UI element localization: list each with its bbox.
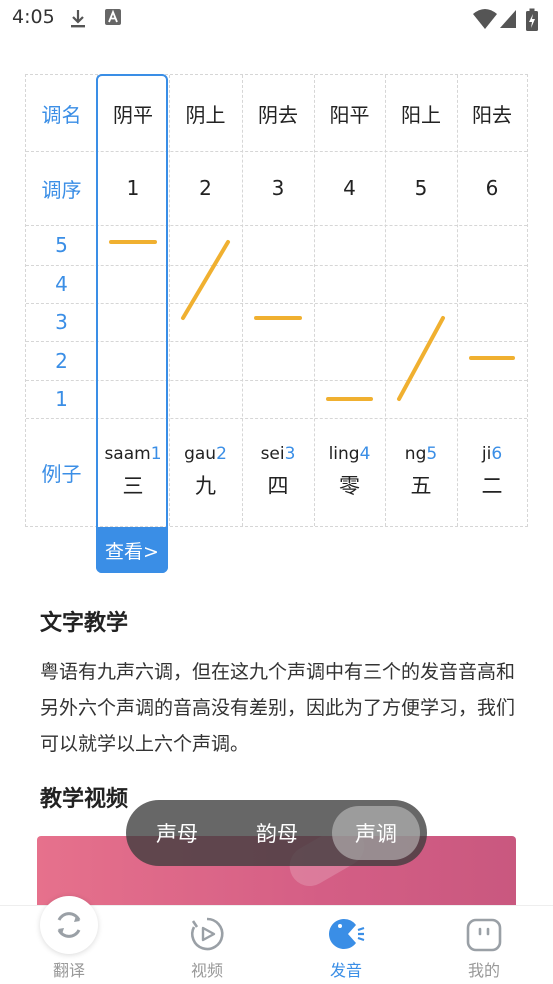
wifi-icon bbox=[472, 8, 498, 34]
tab-profile[interactable]: 我的 bbox=[434, 906, 534, 984]
tab-pronounce[interactable]: 发音 bbox=[296, 906, 396, 984]
selected-tone-column bbox=[96, 74, 168, 573]
category-switcher: 声母 韵母 声调 bbox=[126, 800, 427, 866]
video-teaching-title: 教学视频 bbox=[40, 787, 129, 812]
tab-label: 发音 bbox=[329, 961, 362, 980]
tab-label: 我的 bbox=[467, 961, 500, 980]
status-bar: 4:05 bbox=[0, 0, 553, 40]
pronounce-icon bbox=[326, 916, 366, 956]
profile-icon bbox=[466, 916, 502, 956]
text-teaching-paragraph: 粤语有九声六调，但在这九个声调中有三个的发音音高和另外六个声调的音高没有差别，因… bbox=[40, 661, 516, 755]
download-icon bbox=[68, 8, 88, 34]
battery-charging-icon bbox=[525, 8, 539, 36]
app-notification-icon bbox=[104, 8, 122, 30]
signal-icon bbox=[499, 8, 517, 34]
tab-label: 视频 bbox=[190, 961, 223, 980]
tone-contour-2 bbox=[181, 240, 230, 320]
text-teaching-title: 文字教学 bbox=[40, 611, 129, 636]
tone-contour-5 bbox=[397, 316, 445, 401]
tab-label: 翻译 bbox=[52, 961, 85, 980]
refresh-icon bbox=[52, 908, 86, 946]
tab-video[interactable]: 视频 bbox=[157, 906, 257, 984]
play-icon bbox=[189, 916, 225, 956]
status-time: 4:05 bbox=[12, 6, 55, 28]
segment-tones[interactable]: 声调 bbox=[332, 806, 420, 860]
segment-finals[interactable]: 韵母 bbox=[232, 800, 322, 866]
segment-initials[interactable]: 声母 bbox=[132, 800, 222, 866]
view-tone-button[interactable]: 查看> bbox=[96, 527, 168, 573]
